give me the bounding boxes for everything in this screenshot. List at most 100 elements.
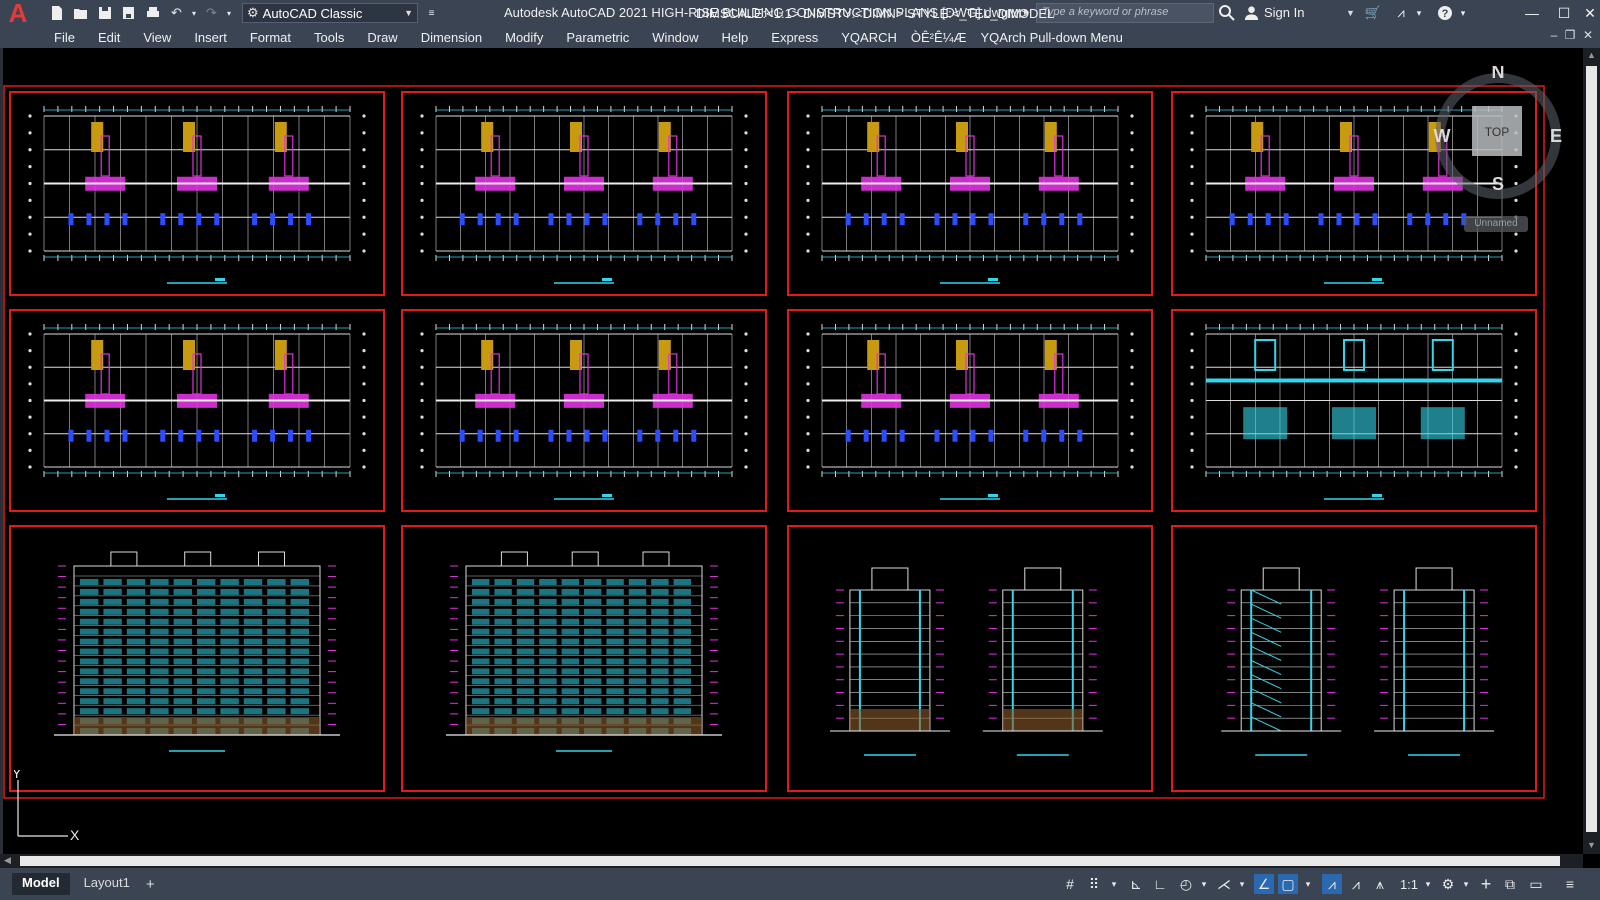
sheet-12[interactable] [1171, 525, 1537, 792]
model-space-button[interactable]: MODEL [1008, 6, 1054, 21]
plot-icon[interactable] [142, 3, 163, 23]
menu-yqarch-pulldown[interactable]: YQArch Pull-down Menu [981, 30, 1123, 45]
autocad-logo-button[interactable]: A [0, 0, 36, 28]
redo-icon[interactable]: ↷ [201, 3, 222, 23]
undo-dropdown-icon[interactable]: ▾ [190, 3, 198, 23]
doc-minimize-button[interactable]: – [1546, 28, 1562, 42]
cart-icon[interactable]: 🛒 [1364, 4, 1382, 22]
add-layout-button[interactable]: + [146, 876, 155, 893]
snap-icon[interactable]: ⠿ [1084, 874, 1104, 894]
grid-icon[interactable]: # [1060, 874, 1080, 894]
isolate-icon[interactable]: ⧉ [1500, 874, 1520, 894]
workspace-gear-icon[interactable]: ⚙ [1438, 874, 1458, 894]
compass-north-label[interactable]: N [1492, 66, 1505, 82]
polar-icon[interactable]: ◴ [1176, 874, 1196, 894]
isodraft-icon[interactable]: ⋌ [1214, 874, 1234, 894]
plus-icon[interactable]: + [1476, 874, 1496, 894]
annotation-monitor-icon[interactable]: ⩚ [1370, 874, 1390, 894]
sign-in-button[interactable]: Sign In [1244, 5, 1304, 20]
maximize-button[interactable]: ☐ [1550, 1, 1578, 25]
annotation-visibility-icon[interactable]: ⩘ [1322, 874, 1342, 894]
ucs-icon: Y X [14, 770, 80, 840]
compass-east-label[interactable]: E [1550, 126, 1562, 146]
menu-draw[interactable]: Draw [367, 30, 397, 45]
customize-icon[interactable]: ≡ [1560, 874, 1580, 894]
save-as-icon[interactable] [118, 3, 139, 23]
undo-icon[interactable]: ↶ [166, 3, 187, 23]
sheet-6[interactable] [401, 309, 767, 512]
redo-dropdown-icon[interactable]: ▾ [225, 3, 233, 23]
tab-layout1[interactable]: Layout1 [74, 873, 140, 895]
horizontal-scroll-thumb[interactable] [20, 856, 1560, 866]
menu-help[interactable]: Help [722, 30, 749, 45]
dynucs-icon[interactable]: ▢ [1278, 874, 1298, 894]
search-input[interactable]: Type a keyword or phrase [1036, 3, 1214, 23]
svg-text:?: ? [1442, 8, 1449, 20]
user-icon [1244, 6, 1259, 20]
workspace-dropdown-icon[interactable]: ▾ [1456, 874, 1476, 894]
doc-restore-button[interactable]: ❐ [1562, 28, 1578, 42]
workspace-select[interactable]: ⚙ AutoCAD Classic ▼ [242, 3, 418, 23]
canvas-edge [0, 48, 3, 854]
ortho-icon[interactable]: ∟ [1150, 874, 1170, 894]
sign-in-dropdown-icon[interactable]: ▼ [1346, 8, 1355, 18]
ucs-menu[interactable]: Unnamed [1464, 216, 1528, 232]
new-icon[interactable] [46, 3, 67, 23]
open-icon[interactable] [70, 3, 91, 23]
help-dropdown-icon[interactable]: ▾ [1454, 4, 1472, 22]
osnap-icon[interactable]: ∠ [1254, 874, 1274, 894]
sheet-1[interactable] [9, 91, 385, 296]
close-button[interactable]: ✕ [1576, 1, 1600, 25]
menu-format[interactable]: Format [250, 30, 291, 45]
hardware-accel-icon[interactable]: ▭ [1526, 874, 1546, 894]
sheet-9[interactable] [9, 525, 385, 792]
doc-close-button[interactable]: ✕ [1580, 28, 1596, 42]
ucs-y-label: Y [14, 770, 22, 781]
drawing-canvas[interactable] [0, 48, 1600, 854]
sheet-2[interactable] [401, 91, 767, 296]
compass-west-label[interactable]: W [1434, 126, 1451, 146]
horizontal-scrollbar[interactable]: ◀ [0, 854, 1583, 868]
menu-express[interactable]: Express [771, 30, 818, 45]
autodesk-a360-icon[interactable]: ⩘ [1392, 4, 1410, 22]
polar-dropdown-icon[interactable]: ▾ [1194, 874, 1214, 894]
annotation-scale-dropdown-icon[interactable]: ▾ [1418, 874, 1438, 894]
a360-dropdown-icon[interactable]: ▾ [1410, 4, 1428, 22]
menu-modify[interactable]: Modify [505, 30, 543, 45]
vertical-scroll-thumb[interactable] [1586, 66, 1597, 832]
sheet-5[interactable] [9, 309, 385, 512]
isodraft-dropdown-icon[interactable]: ▾ [1232, 874, 1252, 894]
vertical-scrollbar[interactable]: ▲ ▼ [1583, 48, 1600, 854]
menu-insert[interactable]: Insert [194, 30, 227, 45]
viewcube[interactable]: N S E W TOP [1432, 66, 1572, 206]
infer-constraints-icon[interactable]: ⊾ [1126, 874, 1146, 894]
menu-window[interactable]: Window [652, 30, 698, 45]
compass-south-label[interactable]: S [1492, 174, 1504, 194]
dynucs-dropdown-icon[interactable]: ▾ [1298, 874, 1318, 894]
sheet-7[interactable] [787, 309, 1153, 512]
menu-file[interactable]: File [54, 30, 75, 45]
menu-dimension[interactable]: Dimension [421, 30, 482, 45]
scroll-up-icon[interactable]: ▲ [1587, 50, 1596, 60]
sheet-10[interactable] [401, 525, 767, 792]
scroll-down-icon[interactable]: ▼ [1587, 840, 1596, 850]
tab-model[interactable]: Model [12, 873, 70, 895]
save-icon[interactable] [94, 3, 115, 23]
menu-yqarch[interactable]: YQARCH [841, 30, 897, 45]
autoscale-icon[interactable]: ⩘ [1346, 874, 1366, 894]
sheet-11[interactable] [787, 525, 1153, 792]
menu-garbled[interactable]: ÒÊ²Ê¼Æ [911, 30, 967, 45]
menu-tools[interactable]: Tools [314, 30, 344, 45]
menu-edit[interactable]: Edit [98, 30, 120, 45]
customize-qat-icon[interactable]: ≡ [421, 3, 442, 23]
viewcube-top-face[interactable]: TOP [1485, 125, 1509, 139]
search-icon[interactable] [1218, 4, 1236, 22]
menu-view[interactable]: View [143, 30, 171, 45]
help-icon[interactable]: ? [1436, 4, 1454, 22]
snap-dropdown-icon[interactable]: ▾ [1104, 874, 1124, 894]
sheet-3[interactable] [787, 91, 1153, 296]
sheet-8[interactable] [1171, 309, 1537, 512]
menu-parametric[interactable]: Parametric [566, 30, 629, 45]
scroll-left-icon[interactable]: ◀ [4, 855, 11, 866]
minimize-button[interactable]: — [1518, 1, 1546, 25]
